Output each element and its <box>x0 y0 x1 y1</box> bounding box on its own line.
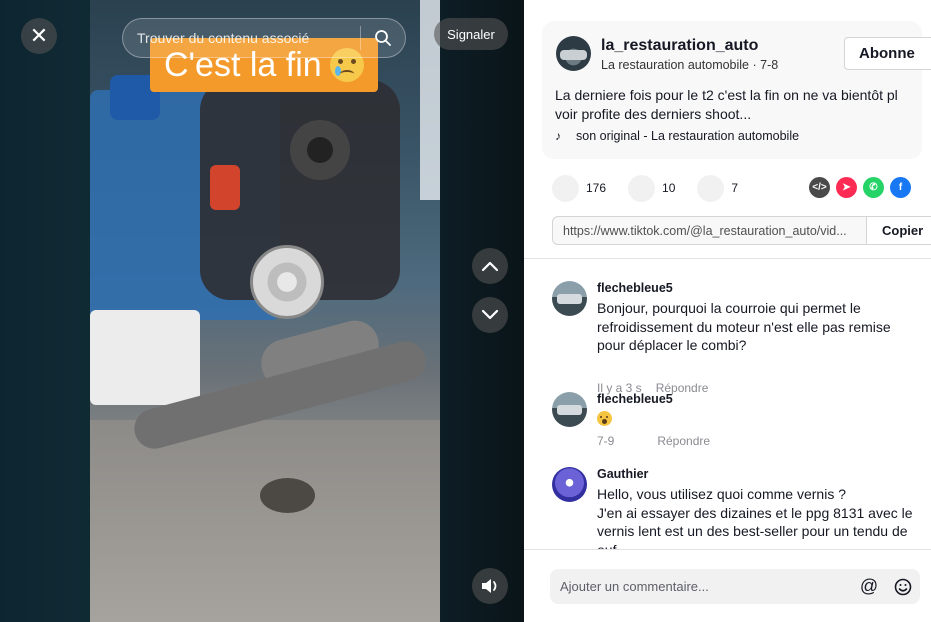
reply-button[interactable]: Répondre <box>657 434 710 448</box>
close-icon: ✕ <box>29 23 49 48</box>
search-button[interactable] <box>361 18 405 58</box>
comment-composer: @ <box>524 549 931 622</box>
emoji-picker-icon[interactable] <box>886 569 920 604</box>
chevron-up-icon <box>481 261 499 272</box>
report-button[interactable]: Signaler <box>434 18 508 50</box>
whatsapp-icon[interactable]: ✆ <box>863 177 884 198</box>
comment-item: flechebleue5 Bonjour, pourquoi la courro… <box>552 281 931 395</box>
video-description: La derniere fois pour le t2 c'est la fin… <box>555 87 898 122</box>
commenter-username[interactable]: flechebleue5 <box>597 392 673 406</box>
video-link-box: https://www.tiktok.com/@la_restauration_… <box>552 216 931 245</box>
comment-text <box>597 410 917 429</box>
author-avatar[interactable] <box>556 36 591 71</box>
commenter-username[interactable]: Gauthier <box>597 467 648 481</box>
comment-text: Bonjour, pourquoi la courroie qui permet… <box>597 300 891 353</box>
comment-input-wrapper: @ <box>550 569 920 604</box>
embed-icon[interactable]: </> <box>809 177 830 198</box>
comment-icon <box>628 174 656 202</box>
next-video-button[interactable] <box>472 297 508 333</box>
copy-link-button[interactable]: Copier <box>866 217 931 244</box>
video-info-card: la_restauration_auto La restauration aut… <box>542 21 931 159</box>
like-button[interactable]: 176 <box>552 174 607 202</box>
volume-button[interactable] <box>472 568 508 604</box>
video-frame[interactable] <box>90 0 440 622</box>
related-search-input[interactable] <box>123 30 360 46</box>
share-icons: </> ➤ ✆ f <box>809 177 911 198</box>
video-scene-pulley <box>250 245 324 319</box>
video-link-url[interactable]: https://www.tiktok.com/@la_restauration_… <box>553 217 866 244</box>
chevron-down-icon <box>481 309 499 320</box>
commenter-avatar[interactable] <box>552 392 587 427</box>
comment-list[interactable]: flechebleue5 Bonjour, pourquoi la courro… <box>524 259 931 549</box>
music-link[interactable]: son original - La restauration automobil… <box>576 129 799 143</box>
mention-icon[interactable]: @ <box>852 569 886 604</box>
author-subtitle: La restauration automobile · 7-8 <box>601 58 779 72</box>
comment-button[interactable]: 10 <box>628 174 676 202</box>
like-count: 176 <box>586 181 607 195</box>
video-scene-alternator <box>290 120 350 180</box>
comment-meta: 7-9 Répondre <box>597 434 710 448</box>
commenter-username[interactable]: flechebleue5 <box>597 281 673 295</box>
save-count: 7 <box>731 181 739 195</box>
video-scene-distributor <box>210 165 240 210</box>
save-button[interactable]: 7 <box>697 174 739 202</box>
music-note-icon: ♪ <box>555 129 561 143</box>
close-button[interactable]: ✕ <box>21 18 57 54</box>
video-scene-white-panel <box>90 310 200 405</box>
comment-input[interactable] <box>550 579 852 594</box>
comment-time: 7-9 <box>597 434 615 448</box>
speaker-icon <box>482 579 497 593</box>
video-scene-floor <box>90 420 440 622</box>
video-player[interactable]: C'est la fin ✕ Signaler <box>0 0 524 622</box>
follow-button[interactable]: Abonne <box>844 37 931 70</box>
video-scene-oil-stain <box>260 478 315 513</box>
comment-item: flechebleue5 7-9 Répondre <box>552 392 931 452</box>
author-username[interactable]: la_restauration_auto <box>601 37 758 55</box>
commenter-avatar[interactable] <box>552 467 587 502</box>
stats-row: 176 10 7 <box>552 173 760 203</box>
previous-video-button[interactable] <box>472 248 508 284</box>
send-icon[interactable]: ➤ <box>836 177 857 198</box>
heart-icon <box>552 174 579 202</box>
comment-count: 10 <box>662 181 676 195</box>
bookmark-icon <box>697 174 725 202</box>
commenter-avatar[interactable] <box>552 281 587 316</box>
comment-text: Hello, vous utilisez quoi comme vernis ?… <box>597 486 913 549</box>
facebook-icon[interactable]: f <box>890 177 911 198</box>
comment-item: Gauthier Hello, vous utilisez quoi comme… <box>552 467 931 549</box>
related-search-box[interactable] <box>122 18 406 58</box>
search-icon <box>375 30 391 46</box>
surprised-face-emoji-icon <box>597 411 612 426</box>
side-panel: la_restauration_auto La restauration aut… <box>524 0 931 622</box>
